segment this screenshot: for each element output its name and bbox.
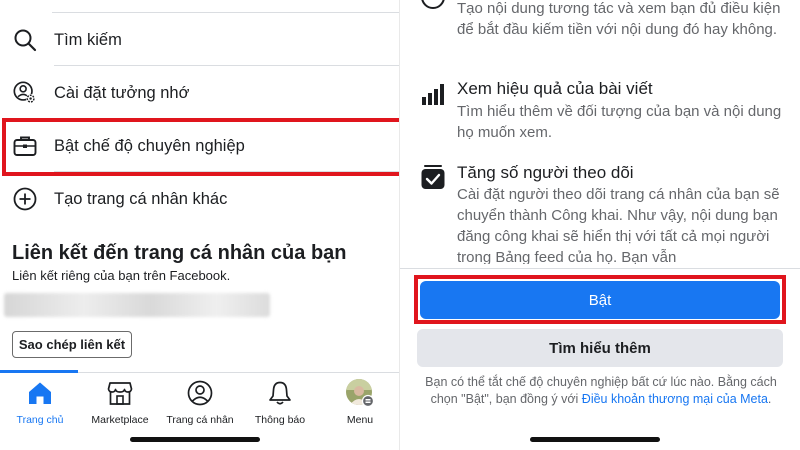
bar-chart-icon: [420, 82, 446, 108]
settings-menu-panel: Tìm kiếm Cài đặt tưởng nhớ Bật chế độ ch…: [0, 0, 400, 450]
avatar-menu-icon: [345, 378, 375, 408]
home-icon: [25, 378, 55, 408]
nav-label: Menu: [346, 414, 374, 426]
divider: [54, 65, 400, 66]
menu-item-search[interactable]: Tìm kiếm: [0, 14, 400, 66]
learn-more-button[interactable]: Tìm hiểu thêm: [417, 329, 783, 367]
home-indicator: [530, 437, 660, 442]
memorial-settings-icon: [12, 80, 38, 106]
menu-item-memorial-settings[interactable]: Cài đặt tưởng nhớ: [0, 67, 400, 119]
profile-icon: [185, 378, 215, 408]
divider: [52, 12, 400, 13]
menu-item-label: Tìm kiếm: [54, 30, 122, 49]
terms-footnote: Bạn có thể tắt chế độ chuyên nghiệp bất …: [415, 374, 787, 408]
nav-marketplace[interactable]: Marketplace: [80, 378, 160, 428]
nav-notifications[interactable]: Thông báo: [240, 378, 320, 428]
nav-label: Thông báo: [254, 414, 306, 426]
nav-label: Trang cá nhân: [166, 414, 234, 426]
search-icon: [12, 27, 38, 53]
nav-home[interactable]: Trang chủ: [0, 378, 80, 428]
link-section-title: Liên kết đến trang cá nhân của bạn: [12, 242, 347, 264]
nav-menu[interactable]: Menu: [320, 378, 400, 428]
commerce-terms-link[interactable]: Điều khoản thương mại của Meta: [582, 392, 768, 406]
menu-item-create-profile[interactable]: Tạo trang cá nhân khác: [0, 173, 400, 225]
checkbox-icon: [420, 163, 446, 189]
feature-title: Tăng số người theo dõi: [457, 163, 634, 182]
plus-circle-icon: [12, 186, 38, 212]
bell-icon: [265, 378, 295, 408]
intro-description: Tạo nội dung tương tác và xem bạn đủ điề…: [457, 0, 781, 38]
divider: [400, 268, 800, 269]
marketplace-icon: [105, 378, 135, 408]
footnote-end: .: [767, 392, 772, 406]
feature-description: Tìm hiểu thêm về đối tượng của bạn và nộ…: [457, 103, 782, 141]
menu-item-label: Cài đặt tưởng nhớ: [54, 83, 190, 102]
home-indicator: [130, 437, 260, 442]
highlight-box: [2, 118, 400, 176]
profile-link-blurred: [4, 293, 270, 317]
professional-mode-sheet: Tạo nội dung tương tác và xem bạn đủ điề…: [400, 0, 800, 450]
menu-item-label: Tạo trang cá nhân khác: [54, 189, 228, 208]
link-section-subtitle: Liên kết riêng của bạn trên Facebook.: [12, 268, 231, 283]
copy-link-button[interactable]: Sao chép liên kết: [12, 331, 132, 358]
feature-description: Cài đặt người theo dõi trang cá nhân của…: [457, 186, 780, 264]
active-tab-indicator: [0, 370, 78, 373]
feature-title: Xem hiệu quả của bài viết: [457, 79, 653, 98]
feature-icon: [420, 0, 446, 10]
nav-label: Marketplace: [91, 414, 149, 426]
nav-label: Trang chủ: [16, 414, 64, 426]
nav-profile[interactable]: Trang cá nhân: [160, 378, 240, 428]
highlight-box: [414, 275, 786, 324]
